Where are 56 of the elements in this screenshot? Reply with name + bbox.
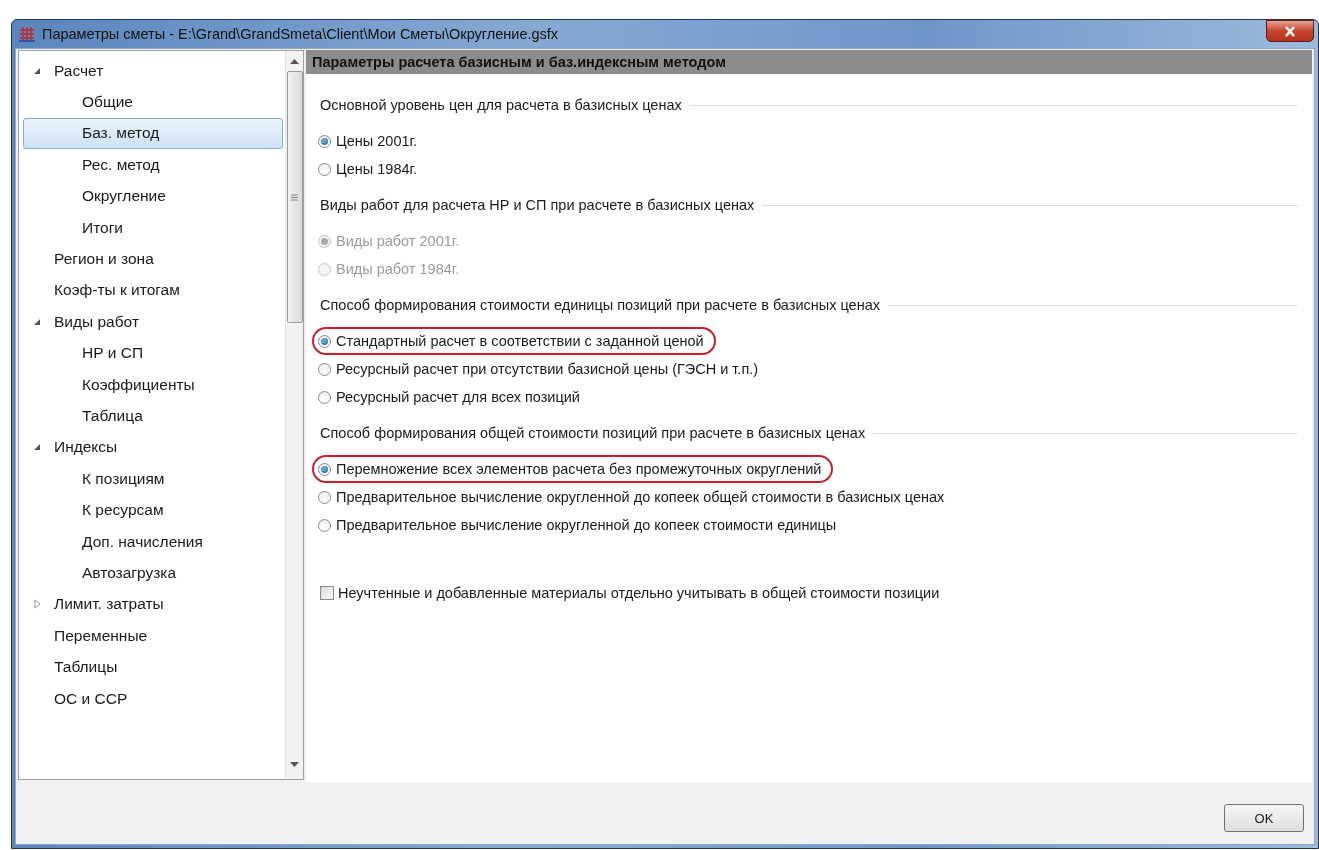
tree-item[interactable]: К ресурсам: [23, 494, 283, 526]
radio-option[interactable]: Цены 2001г.: [312, 127, 430, 155]
radio-button[interactable]: [318, 134, 331, 148]
tree-item[interactable]: Общие: [23, 86, 283, 118]
tree-item[interactable]: Итоги: [23, 211, 283, 244]
tree-item[interactable]: Переменные: [23, 620, 283, 652]
radio-option[interactable]: Ресурсный расчет при отсутствии базисной цены (ГЭСН и т.п.): [312, 355, 771, 383]
highlighted-radio-option[interactable]: Перемножение всех элементов расчета без промежуточных округлений: [312, 455, 834, 483]
tree-item[interactable]: Таблицы: [23, 651, 283, 683]
tree-item[interactable]: Автозагрузка: [23, 557, 283, 589]
tree-item[interactable]: ОС и ССР: [23, 682, 283, 715]
tree-item[interactable]: Доп. начисления: [23, 525, 283, 558]
tree-item[interactable]: Округление: [23, 180, 283, 212]
window-title: Параметры сметы - E:\Grand\GrandSmeta\Client\Мои Сметы\Округление.gsfx: [42, 26, 560, 42]
tree-item[interactable]: Виды работ: [23, 306, 283, 338]
checkbox[interactable]: [320, 586, 334, 600]
scroll-down-icon[interactable]: [290, 761, 299, 767]
radio-button[interactable]: [318, 362, 331, 376]
radio-button[interactable]: [318, 334, 331, 348]
panel-header: Параметры расчета базисным и баз.индексным методом: [306, 50, 1312, 74]
radio-button[interactable]: [318, 490, 331, 504]
radio-button[interactable]: [318, 390, 331, 404]
radio-button[interactable]: [318, 518, 331, 532]
tree-item[interactable]: НР и СП: [23, 337, 283, 369]
close-button[interactable]: [1266, 20, 1314, 42]
tree-item[interactable]: Индексы: [23, 431, 283, 464]
tree-item[interactable]: Таблица: [23, 400, 283, 432]
checkbox-option[interactable]: Неучтенные и добавленные материалы отдельно учитывать в общей стоимости позиции: [320, 585, 940, 601]
tree-item[interactable]: Расчет: [23, 55, 283, 87]
tree-item[interactable]: Баз. метод: [23, 117, 283, 150]
tree-item[interactable]: К позициям: [23, 463, 283, 495]
radio-button[interactable]: [318, 462, 331, 476]
scrollbar[interactable]: [285, 51, 303, 779]
tree-item[interactable]: Коэффициенты: [23, 368, 283, 401]
grip-icon: [291, 193, 298, 201]
tree-item[interactable]: Рес. метод: [23, 149, 283, 181]
grid-app-icon: [18, 26, 36, 42]
close-icon: [1284, 25, 1296, 37]
radio-option[interactable]: Предварительное вычисление округленной до копеек общей стоимости в базисных ценах: [312, 483, 957, 511]
radio-option[interactable]: Ресурсный расчет для всех позиций: [312, 383, 592, 411]
collapsed-triangle-icon[interactable]: [32, 599, 42, 610]
tree-item[interactable]: Регион и зона: [23, 243, 283, 275]
tree-item[interactable]: Коэф-ты к итогам: [23, 274, 283, 307]
group-heading: Виды работ для расчета НР и СП при расчете в базисных ценах: [320, 197, 755, 213]
radio-option[interactable]: Цены 1984г.: [312, 155, 430, 183]
group-heading: Основной уровень цен для расчета в базисных ценах: [320, 97, 682, 113]
radio-button[interactable]: [318, 162, 331, 176]
radio-option[interactable]: Предварительное вычисление округленной до копеек стоимости единицы: [312, 511, 849, 539]
scroll-thumb[interactable]: [286, 71, 303, 323]
highlighted-radio-option[interactable]: Стандартный расчет в соответствии с заданной ценой: [312, 327, 716, 355]
tree-item[interactable]: Лимит. затраты: [23, 588, 283, 621]
expanded-triangle-icon[interactable]: [32, 442, 42, 453]
ok-button[interactable]: OK: [1224, 804, 1304, 832]
group-heading: Способ формирования общей стоимости позиций при расчете в базисных ценах: [320, 425, 866, 441]
group-heading: Способ формирования стоимости единицы позиций при расчете в базисных ценах: [320, 297, 880, 313]
scroll-up-icon[interactable]: [290, 59, 299, 65]
